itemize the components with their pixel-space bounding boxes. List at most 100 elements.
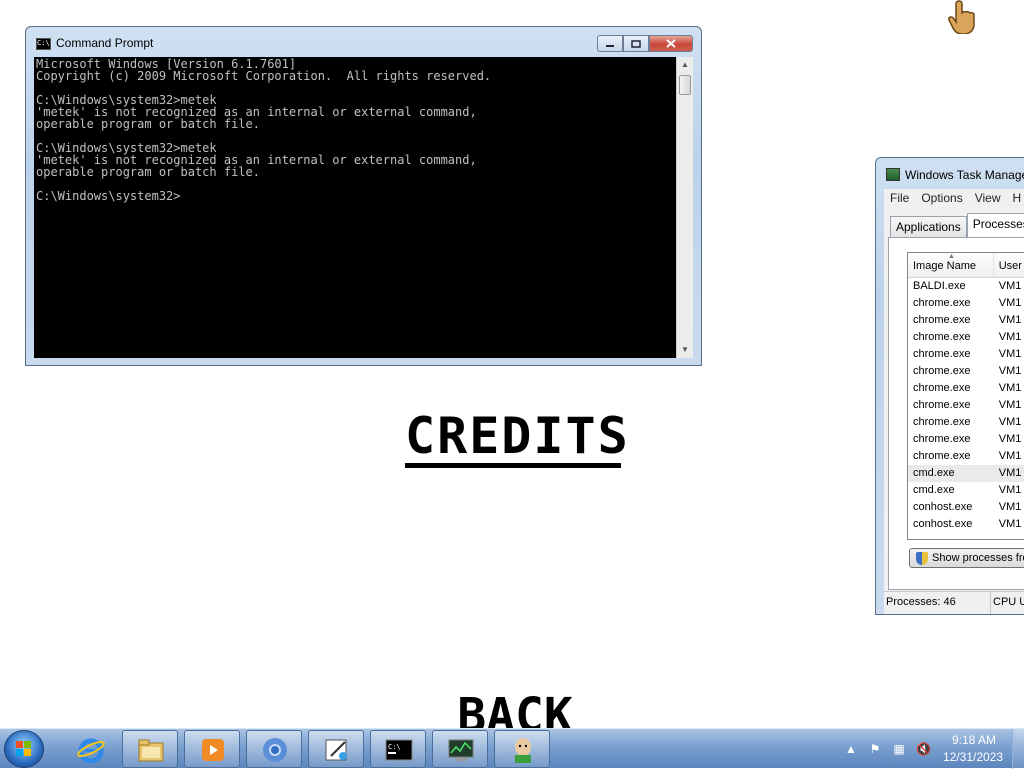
volume-muted-icon[interactable]: 🔇 xyxy=(916,742,931,756)
taskbar-internet-explorer[interactable] xyxy=(62,730,118,768)
action-center-flag-icon[interactable]: ⚑ xyxy=(868,742,882,756)
taskbar-snipping-tool[interactable] xyxy=(308,730,364,768)
process-row[interactable]: conhost.exe VM1 xyxy=(908,516,1024,533)
maximize-button[interactable] xyxy=(623,35,649,52)
start-button[interactable] xyxy=(4,730,44,768)
snipping-tool-icon xyxy=(325,739,347,761)
show-desktop-button[interactable] xyxy=(1012,729,1024,769)
menu-view[interactable]: View xyxy=(975,191,1001,207)
process-user: VM1 xyxy=(998,348,1022,360)
network-icon[interactable]: ▦ xyxy=(892,742,906,756)
console-line: operable program or batch file. xyxy=(36,117,260,131)
status-process-count: Processes: 46 xyxy=(884,592,991,614)
taskmgr-title: Windows Task Manage xyxy=(905,168,1024,182)
process-name: conhost.exe xyxy=(913,501,973,513)
process-row[interactable]: chrome.exe VM1 xyxy=(908,414,1024,431)
process-row[interactable]: chrome.exe VM1 xyxy=(908,380,1024,397)
process-name: chrome.exe xyxy=(913,416,971,428)
uac-shield-icon xyxy=(916,552,928,565)
chrome-icon xyxy=(263,738,287,762)
process-name: conhost.exe xyxy=(913,518,973,530)
process-list[interactable]: ▲ Image Name User BALDI.exe VM1 chrome.ex… xyxy=(907,252,1024,540)
back-button[interactable]: BACK xyxy=(450,690,580,730)
scrollbar-thumb[interactable] xyxy=(679,75,691,95)
clock-date[interactable]: 12/31/2023 xyxy=(940,750,1006,764)
close-button[interactable] xyxy=(649,35,693,52)
process-name: chrome.exe xyxy=(913,450,971,462)
cmd-titlebar[interactable]: C:\ Command Prompt xyxy=(26,27,701,57)
console-line: operable program or batch file. xyxy=(36,165,260,179)
cmd-icon: C:\ xyxy=(36,38,51,50)
scroll-down-arrow-icon[interactable]: ▼ xyxy=(677,342,693,358)
process-user: VM1 xyxy=(998,331,1022,343)
process-name: chrome.exe xyxy=(913,399,971,411)
taskbar-task-manager[interactable] xyxy=(432,730,488,768)
process-row[interactable]: cmd.exe VM1 xyxy=(908,482,1024,499)
sort-ascending-icon: ▲ xyxy=(948,253,955,260)
hand-cursor-icon xyxy=(948,0,975,34)
column-user[interactable]: User xyxy=(994,253,1024,277)
show-all-processes-button[interactable]: Show processes fro xyxy=(909,548,1024,568)
process-row[interactable]: chrome.exe VM1 xyxy=(908,448,1024,465)
vertical-scrollbar[interactable]: ▲ ▼ xyxy=(676,57,693,358)
close-icon xyxy=(666,39,676,48)
process-name: chrome.exe xyxy=(913,365,971,377)
process-name: chrome.exe xyxy=(913,348,971,360)
windows-explorer-icon xyxy=(138,739,164,762)
process-row[interactable]: chrome.exe VM1 xyxy=(908,312,1024,329)
process-name: cmd.exe xyxy=(913,484,955,496)
windows-logo-icon xyxy=(16,741,31,756)
process-user: VM1 xyxy=(998,467,1022,479)
menu-file[interactable]: File xyxy=(890,191,909,207)
process-row[interactable]: BALDI.exe VM1 xyxy=(908,278,1024,295)
status-bar: Processes: 46 CPU U xyxy=(884,591,1024,614)
process-row[interactable]: chrome.exe VM1 xyxy=(908,329,1024,346)
process-user: VM1 xyxy=(998,416,1022,428)
tab-applications[interactable]: Applications xyxy=(890,216,967,237)
taskbar-baldi[interactable] xyxy=(494,730,550,768)
cmd-icon: C:\ xyxy=(385,739,413,761)
taskbar: C:\ ▲ ⚑ ▦ 🔇 9:18 AM 12/31/2023 xyxy=(0,728,1024,769)
minimize-button[interactable] xyxy=(597,35,623,52)
process-user: VM1 xyxy=(998,382,1022,394)
console-prompt-line[interactable]: C:\Windows\system32> xyxy=(36,190,676,202)
baldi-icon xyxy=(515,738,531,763)
menu-help[interactable]: H xyxy=(1013,191,1022,207)
process-name: chrome.exe xyxy=(913,297,971,309)
process-name: chrome.exe xyxy=(913,382,971,394)
process-row-selected[interactable]: cmd.exe VM1 xyxy=(908,465,1024,482)
taskbar-chrome[interactable] xyxy=(246,730,302,768)
process-user: VM1 xyxy=(998,399,1022,411)
column-image-name[interactable]: ▲ Image Name xyxy=(908,253,994,277)
taskbar-media-player[interactable] xyxy=(184,730,240,768)
task-manager-icon xyxy=(886,168,900,181)
scroll-up-arrow-icon[interactable]: ▲ xyxy=(677,57,693,73)
show-all-processes-label: Show processes fro xyxy=(932,552,1024,564)
process-row[interactable]: chrome.exe VM1 xyxy=(908,431,1024,448)
process-user: VM1 xyxy=(998,314,1022,326)
process-name: cmd.exe xyxy=(913,467,955,479)
process-user: VM1 xyxy=(998,450,1022,462)
status-cpu-usage: CPU U xyxy=(991,592,1024,614)
show-hidden-icons-chevron-icon[interactable]: ▲ xyxy=(844,742,858,756)
minimize-icon xyxy=(606,44,614,47)
process-row[interactable]: conhost.exe VM1 xyxy=(908,499,1024,516)
process-row[interactable]: chrome.exe VM1 xyxy=(908,397,1024,414)
process-user: VM1 xyxy=(998,365,1022,377)
taskbar-command-prompt[interactable]: C:\ xyxy=(370,730,426,768)
console-output[interactable]: Microsoft Windows [Version 6.1.7601] Cop… xyxy=(34,57,676,358)
command-prompt-window[interactable]: C:\ Command Prompt Microsoft Windows [Ve… xyxy=(25,26,702,366)
task-manager-window[interactable]: Windows Task Manage File Options View H … xyxy=(875,157,1024,615)
clock-time[interactable]: 9:18 AM xyxy=(946,733,1002,747)
menu-options[interactable]: Options xyxy=(921,191,962,207)
process-row[interactable]: chrome.exe VM1 xyxy=(908,346,1024,363)
cmd-title: Command Prompt xyxy=(56,36,154,50)
taskbar-windows-explorer[interactable] xyxy=(122,730,178,768)
process-row[interactable]: chrome.exe VM1 xyxy=(908,363,1024,380)
process-user: VM1 xyxy=(998,297,1022,309)
process-row[interactable]: chrome.exe VM1 xyxy=(908,295,1024,312)
credits-title: CREDITS xyxy=(405,410,628,468)
tab-processes[interactable]: Processes xyxy=(966,213,1024,237)
media-player-icon xyxy=(202,739,224,761)
process-user: VM1 xyxy=(998,518,1022,530)
